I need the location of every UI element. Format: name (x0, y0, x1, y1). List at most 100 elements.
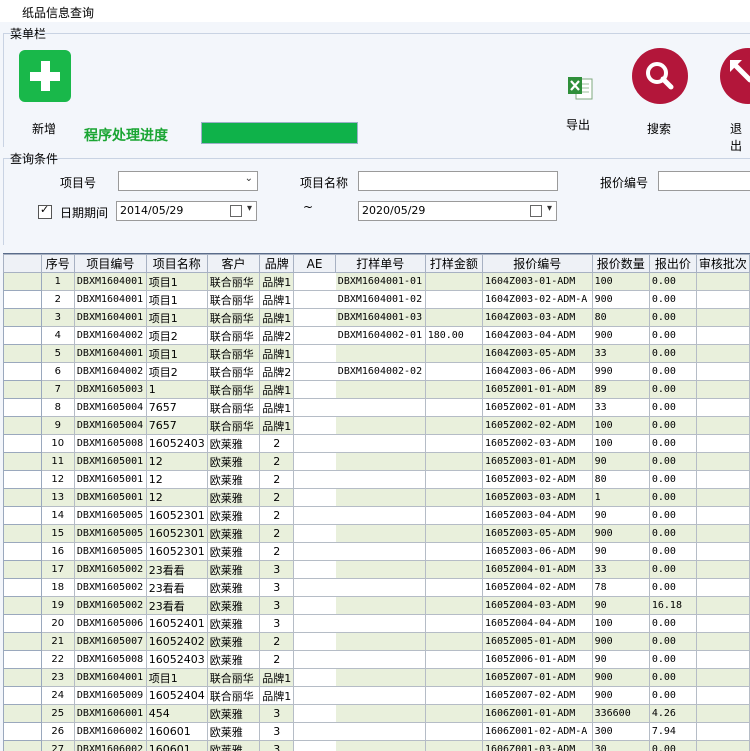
table-row[interactable]: 26DBXM1606002160601欧莱雅31606Z001-02-ADM-A… (4, 723, 750, 741)
table-cell[interactable] (294, 633, 336, 651)
table-cell[interactable] (696, 471, 749, 489)
table-cell[interactable]: 欧莱雅 (207, 453, 259, 471)
table-row[interactable]: 22DBXM160500816052403欧莱雅21605Z006-01-ADM… (4, 651, 750, 669)
column-header[interactable]: 报价数量 (592, 255, 649, 273)
table-cell[interactable]: 品牌1 (260, 687, 294, 705)
table-cell[interactable]: DBXM1605006 (74, 615, 146, 633)
table-cell[interactable]: 1604Z003-05-ADM (482, 345, 592, 363)
project-name-input[interactable] (358, 171, 558, 191)
table-cell[interactable]: 33 (592, 561, 649, 579)
table-cell[interactable] (335, 345, 425, 363)
table-cell[interactable]: 0.00 (649, 471, 696, 489)
table-cell[interactable]: 品牌2 (260, 363, 294, 381)
table-cell[interactable]: 联合丽华 (207, 381, 259, 399)
table-cell[interactable] (425, 363, 482, 381)
table-row[interactable]: 23DBXM1604001项目1联合丽华品牌11605Z007-01-ADM90… (4, 669, 750, 687)
row-header[interactable] (4, 273, 42, 291)
table-cell[interactable]: 联合丽华 (207, 273, 259, 291)
table-cell[interactable]: 4.26 (649, 705, 696, 723)
table-cell[interactable]: DBXM1604001-02 (335, 291, 425, 309)
table-cell[interactable]: DBXM1605004 (74, 417, 146, 435)
table-row[interactable]: 12DBXM160500112欧莱雅21605Z003-02-ADM800.00 (4, 471, 750, 489)
table-cell[interactable]: 900 (592, 291, 649, 309)
table-cell[interactable] (696, 345, 749, 363)
date-range-checkbox[interactable] (38, 205, 52, 219)
column-header[interactable]: 打样单号 (335, 255, 425, 273)
table-cell[interactable] (425, 291, 482, 309)
table-cell[interactable]: 25 (41, 705, 74, 723)
table-cell[interactable]: 900 (592, 669, 649, 687)
table-row[interactable]: 15DBXM160500516052301欧莱雅21605Z003-05-ADM… (4, 525, 750, 543)
table-cell[interactable]: 1605Z002-02-ADM (482, 417, 592, 435)
table-cell[interactable] (425, 687, 482, 705)
table-row[interactable]: 11DBXM160500112欧莱雅21605Z003-01-ADM900.00 (4, 453, 750, 471)
table-cell[interactable]: DBXM1606001 (74, 705, 146, 723)
table-row[interactable]: 27DBXM1606002160601欧莱雅31606Z001-03-ADM30… (4, 741, 750, 751)
table-cell[interactable]: 1604Z003-03-ADM (482, 309, 592, 327)
table-cell[interactable]: 联合丽华 (207, 291, 259, 309)
table-cell[interactable] (696, 561, 749, 579)
table-cell[interactable]: 联合丽华 (207, 345, 259, 363)
table-cell[interactable] (696, 651, 749, 669)
table-cell[interactable] (425, 489, 482, 507)
table-cell[interactable]: 联合丽华 (207, 309, 259, 327)
table-cell[interactable]: 1605Z007-02-ADM (482, 687, 592, 705)
table-cell[interactable] (425, 399, 482, 417)
table-cell[interactable]: 1605Z003-05-ADM (482, 525, 592, 543)
table-cell[interactable]: 7657 (146, 399, 207, 417)
table-cell[interactable]: 2 (260, 435, 294, 453)
table-cell[interactable] (425, 417, 482, 435)
row-header[interactable] (4, 579, 42, 597)
column-header[interactable]: 审核批次 (696, 255, 749, 273)
table-cell[interactable]: 89 (592, 381, 649, 399)
table-cell[interactable]: DBXM1605009 (74, 687, 146, 705)
table-cell[interactable]: 3 (260, 615, 294, 633)
column-header[interactable]: 报出价 (649, 255, 696, 273)
table-cell[interactable]: 项目1 (146, 309, 207, 327)
table-cell[interactable] (696, 633, 749, 651)
row-header[interactable] (4, 489, 42, 507)
column-header[interactable]: 项目名称 (146, 255, 207, 273)
table-cell[interactable]: DBXM1605004 (74, 399, 146, 417)
table-cell[interactable] (335, 543, 425, 561)
table-cell[interactable]: 23看看 (146, 561, 207, 579)
table-cell[interactable] (335, 507, 425, 525)
table-cell[interactable]: 2 (260, 507, 294, 525)
table-cell[interactable]: 0.00 (649, 741, 696, 751)
table-cell[interactable]: 80 (592, 471, 649, 489)
table-cell[interactable] (294, 723, 336, 741)
table-cell[interactable] (696, 309, 749, 327)
table-cell[interactable]: 项目1 (146, 273, 207, 291)
table-cell[interactable]: 27 (41, 741, 74, 751)
table-cell[interactable] (425, 435, 482, 453)
row-header[interactable] (4, 633, 42, 651)
table-cell[interactable]: 22 (41, 651, 74, 669)
table-cell[interactable]: DBXM1605007 (74, 633, 146, 651)
table-cell[interactable]: 品牌1 (260, 417, 294, 435)
table-cell[interactable]: 1605Z004-04-ADM (482, 615, 592, 633)
table-cell[interactable]: DBXM1605008 (74, 435, 146, 453)
table-cell[interactable]: 0.00 (649, 435, 696, 453)
table-cell[interactable]: 900 (592, 687, 649, 705)
table-cell[interactable]: 联合丽华 (207, 363, 259, 381)
table-cell[interactable]: 1605Z004-03-ADM (482, 597, 592, 615)
table-cell[interactable]: DBXM1604002-01 (335, 327, 425, 345)
table-cell[interactable] (335, 741, 425, 751)
table-cell[interactable]: 欧莱雅 (207, 525, 259, 543)
table-cell[interactable]: 2 (260, 543, 294, 561)
table-cell[interactable] (294, 309, 336, 327)
table-cell[interactable]: 1605Z003-06-ADM (482, 543, 592, 561)
table-cell[interactable]: 26 (41, 723, 74, 741)
table-cell[interactable]: 7657 (146, 417, 207, 435)
table-cell[interactable]: 3 (260, 579, 294, 597)
table-cell[interactable]: DBXM1605002 (74, 579, 146, 597)
table-cell[interactable]: 1605Z003-04-ADM (482, 507, 592, 525)
row-header[interactable] (4, 399, 42, 417)
table-cell[interactable]: 3 (260, 705, 294, 723)
table-cell[interactable]: 欧莱雅 (207, 507, 259, 525)
table-cell[interactable]: 23 (41, 669, 74, 687)
table-cell[interactable]: 欧莱雅 (207, 597, 259, 615)
table-cell[interactable]: 欧莱雅 (207, 633, 259, 651)
table-cell[interactable]: 16052301 (146, 543, 207, 561)
table-cell[interactable]: 2 (260, 525, 294, 543)
